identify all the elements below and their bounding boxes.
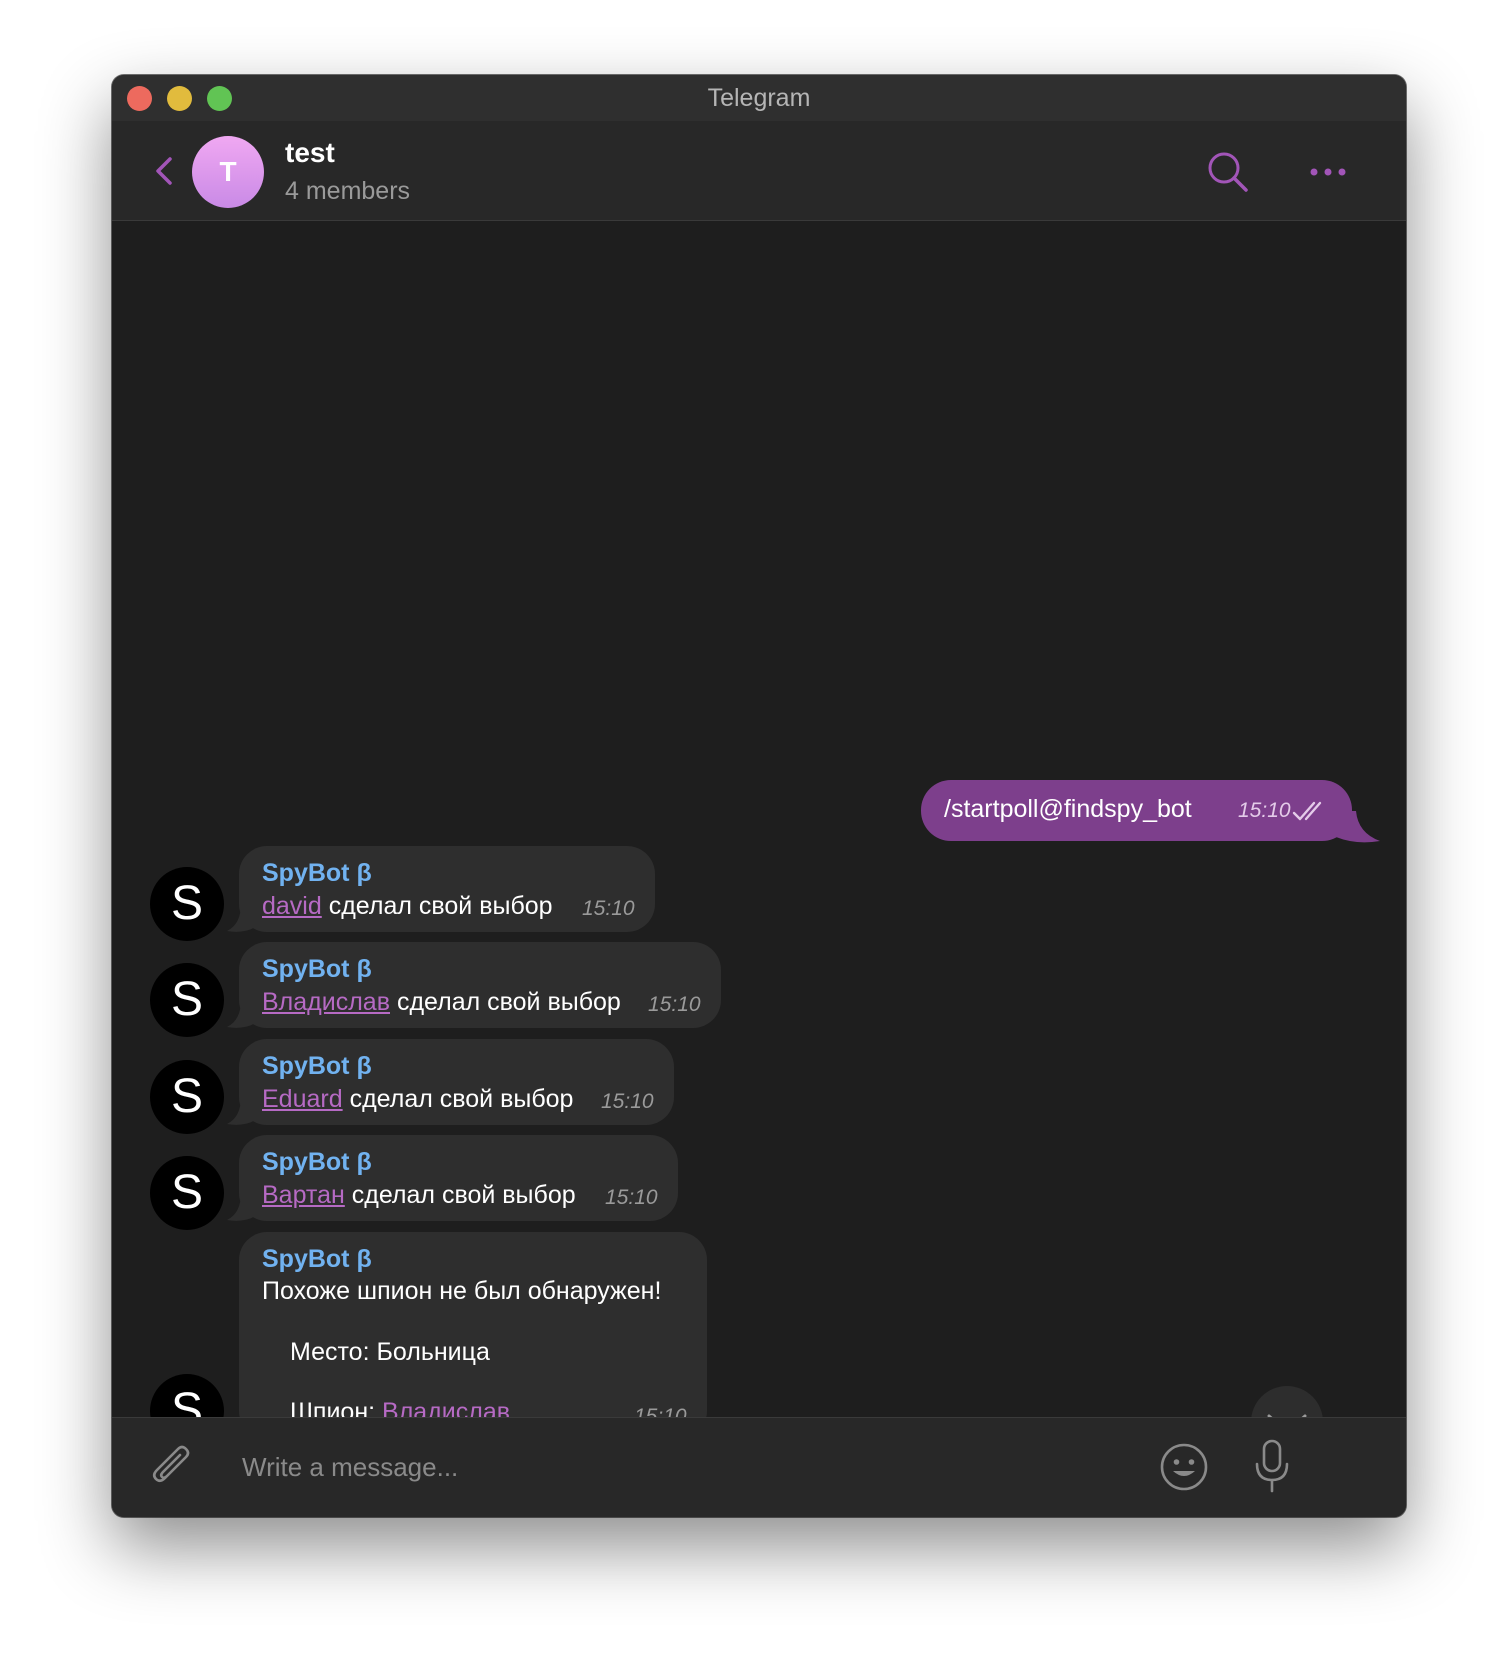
bubble-tail bbox=[227, 1193, 257, 1221]
message-text: Вартан сделал свой выбор bbox=[262, 1181, 576, 1210]
emoji-button[interactable] bbox=[1158, 1441, 1210, 1493]
bot-avatar[interactable]: S bbox=[151, 1061, 223, 1133]
attach-button[interactable] bbox=[147, 1444, 197, 1494]
bot-avatar[interactable]: S bbox=[151, 868, 223, 940]
sender-name[interactable]: SpyBot β bbox=[262, 1245, 372, 1274]
user-mention-link[interactable]: Вартан bbox=[262, 1181, 345, 1209]
outgoing-bubble-tail bbox=[1336, 811, 1380, 843]
message-time: 15:10 bbox=[601, 1090, 654, 1113]
back-button[interactable] bbox=[148, 151, 184, 191]
message-text: Владислав сделал свой выбор bbox=[262, 988, 621, 1017]
double-check-icon bbox=[1292, 801, 1322, 821]
sender-name[interactable]: SpyBot β bbox=[262, 1148, 372, 1177]
message-input[interactable] bbox=[240, 1440, 1124, 1494]
message-list[interactable]: /startpoll@findspy_bot 15:10 SpyBot β da… bbox=[112, 221, 1406, 1458]
telegram-window: Telegram T test 4 members /startpoll@fin… bbox=[112, 75, 1406, 1517]
microphone-icon bbox=[1255, 1439, 1289, 1493]
message-composer bbox=[112, 1417, 1406, 1517]
bubble-tail bbox=[227, 1097, 257, 1125]
user-mention-link[interactable]: Eduard bbox=[262, 1085, 343, 1113]
search-button[interactable] bbox=[1206, 150, 1250, 194]
smiley-icon bbox=[1160, 1443, 1208, 1491]
message-body: сделал свой выбор bbox=[390, 988, 621, 1016]
sender-name[interactable]: SpyBot β bbox=[262, 1052, 372, 1081]
window-title: Telegram bbox=[707, 84, 811, 112]
message-time: 15:10 bbox=[648, 993, 701, 1016]
more-horizontal-icon bbox=[1310, 168, 1346, 176]
message-text: Eduard сделал свой выбор bbox=[262, 1085, 573, 1114]
title-bar: Telegram bbox=[112, 75, 1406, 121]
user-mention-link[interactable]: david bbox=[262, 892, 322, 920]
chat-title[interactable]: test bbox=[285, 137, 335, 169]
message-body: сделал свой выбор bbox=[344, 1181, 576, 1209]
chat-header: T test 4 members bbox=[112, 121, 1406, 221]
voice-record-button[interactable] bbox=[1252, 1438, 1292, 1494]
message-time: 15:10 bbox=[605, 1186, 658, 1209]
paperclip-icon bbox=[152, 1445, 190, 1483]
members-count: 4 members bbox=[285, 177, 411, 205]
group-avatar[interactable]: T bbox=[192, 136, 264, 208]
message-text: david сделал свой выбор bbox=[262, 892, 553, 921]
result-place: Место: Больница bbox=[290, 1338, 490, 1366]
bubble-tail bbox=[227, 904, 257, 932]
bot-avatar[interactable]: S bbox=[151, 964, 223, 1036]
more-options-button[interactable] bbox=[1308, 159, 1348, 185]
result-headline: Похоже шпион не был обнаружен! bbox=[262, 1277, 662, 1305]
user-mention-link[interactable]: Владислав bbox=[262, 988, 390, 1016]
bot-avatar[interactable]: S bbox=[151, 1157, 223, 1229]
sender-name[interactable]: SpyBot β bbox=[262, 859, 372, 888]
message-time: 15:10 bbox=[582, 897, 635, 920]
search-icon bbox=[1208, 152, 1248, 192]
outgoing-message-time: 15:10 bbox=[1238, 799, 1291, 822]
message-body: сделал свой выбор bbox=[342, 1085, 574, 1113]
chevron-left-icon bbox=[156, 157, 172, 185]
bubble-tail bbox=[227, 1000, 257, 1028]
outgoing-message-text: /startpoll@findspy_bot bbox=[944, 795, 1192, 823]
sender-name[interactable]: SpyBot β bbox=[262, 955, 372, 984]
message-body: сделал свой выбор bbox=[321, 892, 553, 920]
